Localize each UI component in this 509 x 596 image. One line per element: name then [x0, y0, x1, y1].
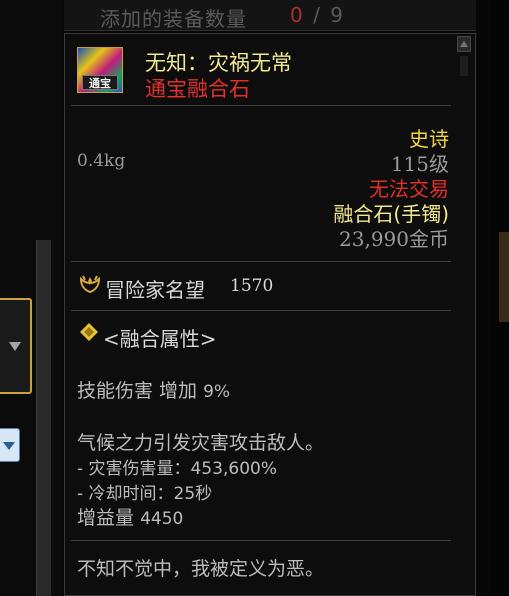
background-strip — [499, 232, 509, 322]
diamond-icon — [79, 322, 99, 347]
equipment-count-separator: / — [304, 3, 331, 27]
reputation-label: 冒险家名望 — [105, 278, 205, 302]
buff-line: 增益量 4450 — [77, 503, 183, 530]
chevron-down-icon — [3, 442, 15, 450]
background-dropdown-button[interactable] — [0, 428, 20, 462]
divider — [71, 540, 451, 541]
tooltip-scrollbar[interactable] — [457, 36, 471, 592]
laurel-icon — [79, 274, 101, 299]
fusion-attributes-title: <融合属性> — [103, 327, 217, 351]
triangle-down-icon — [9, 342, 21, 351]
buff-label: 增益量 — [77, 507, 135, 529]
reputation-value: 1570 — [230, 276, 274, 296]
equipment-count-label: 添加的装备数量 — [100, 7, 247, 31]
scroll-up-button[interactable] — [457, 36, 471, 52]
skill-damage-value: 9% — [203, 382, 231, 402]
item-icon: 通宝 — [77, 47, 123, 93]
arrow-up-icon — [460, 41, 468, 47]
cooldown-line: - 冷却时间：25秒 — [77, 484, 213, 504]
effect-description: 气候之力引发灾害攻击敌人。 — [77, 432, 325, 454]
item-tooltip: 通宝 无知：灾祸无常 通宝融合石 0.4kg 史诗 115级 无法交易 融合石(… — [64, 33, 476, 596]
item-subtitle: 通宝融合石 — [145, 77, 250, 101]
flavor-text: 不知不觉中，我被定义为恶。 — [77, 558, 325, 580]
divider — [71, 261, 451, 262]
buff-value: 4450 — [140, 509, 184, 529]
disaster-damage-line: - 灾害伤害量：453,600% — [77, 459, 277, 479]
background-collapse-panel[interactable] — [0, 298, 32, 394]
equipment-count: 0 / 9 — [290, 3, 345, 27]
divider — [71, 310, 451, 311]
equipment-count-max: 9 — [330, 3, 345, 27]
item-price: 23,990金币 — [339, 227, 449, 251]
background-panel-right — [491, 0, 509, 596]
skill-damage-line: 技能伤害 增加 9% — [77, 376, 230, 403]
scroll-thumb[interactable] — [460, 56, 468, 76]
equipment-count-current: 0 — [290, 3, 305, 27]
item-icon-badge: 通宝 — [82, 75, 118, 90]
skill-damage-label: 技能伤害 增加 — [77, 380, 198, 402]
item-weight: 0.4kg — [77, 151, 126, 171]
equipment-count-bar: 添加的装备数量 0 / 9 — [64, 0, 476, 31]
background-scrollbar[interactable] — [36, 240, 51, 596]
divider — [71, 105, 451, 106]
